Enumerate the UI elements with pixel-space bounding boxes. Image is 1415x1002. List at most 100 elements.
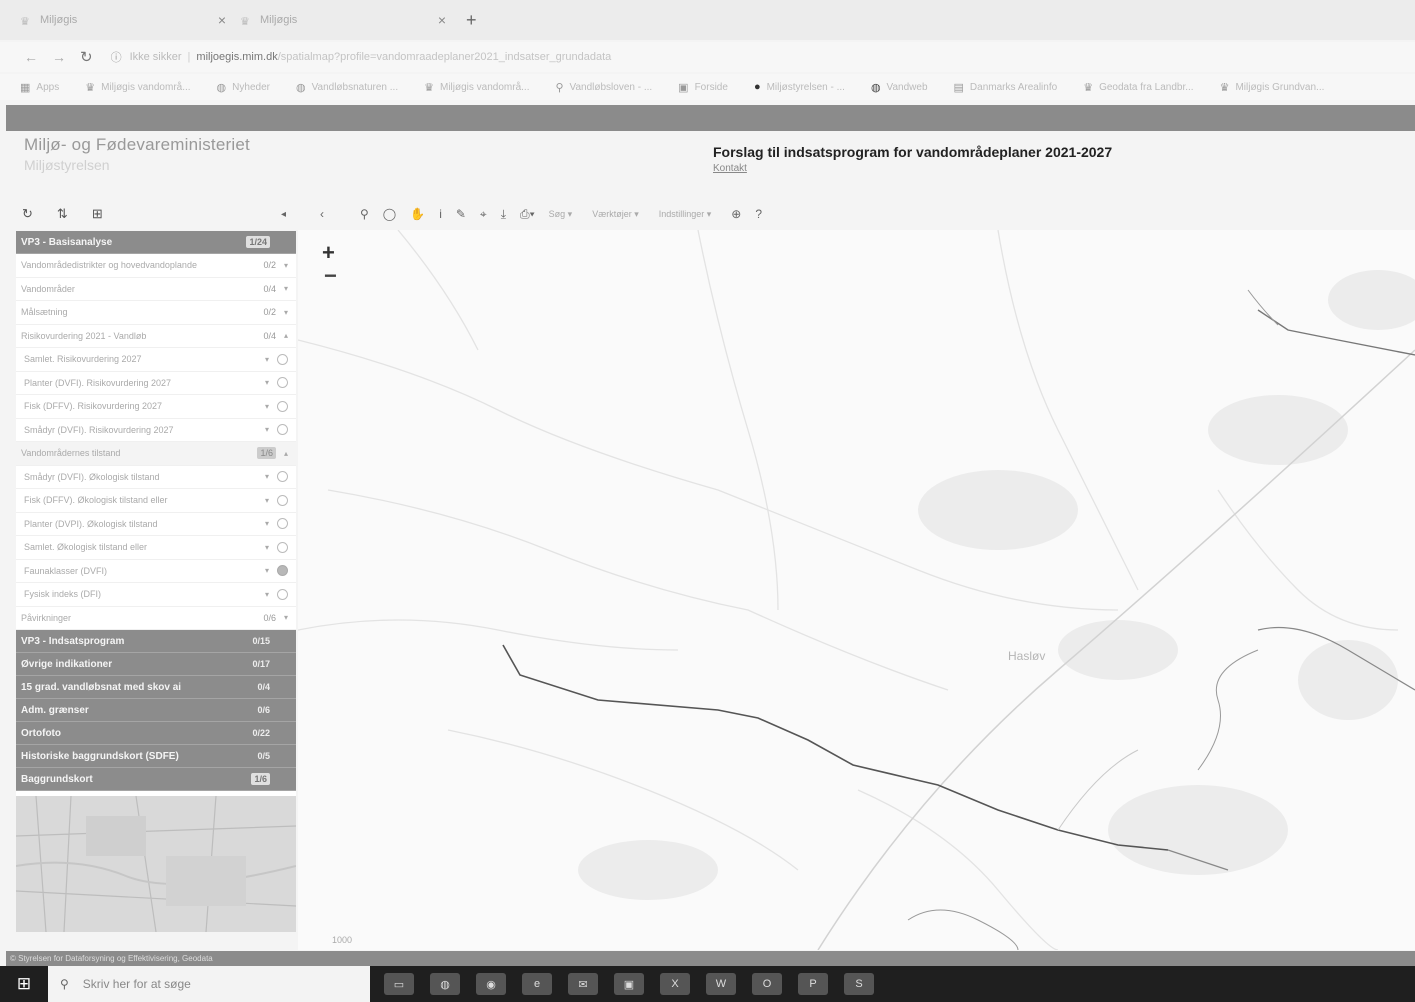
bookmark[interactable]: ◍ Vandweb — [871, 81, 928, 94]
bookmark[interactable]: ▦ Apps — [20, 81, 59, 94]
tools-dropdown[interactable]: Værktøjer ▾ — [592, 209, 639, 220]
print-icon[interactable]: ⎙▾ — [520, 207, 535, 222]
help-icon[interactable]: ? — [755, 207, 762, 221]
app-icon[interactable]: ◉ — [476, 973, 506, 995]
bookmark[interactable]: ♛ Miljøgis vandområ... — [424, 81, 529, 94]
layer-toggle[interactable] — [277, 377, 288, 389]
windows-start-icon[interactable]: ⊞ — [0, 974, 48, 994]
layer-group[interactable]: 15 grad. vandløbsnat med skov ai 0/4 — [16, 676, 296, 699]
layer-toggle[interactable] — [277, 353, 288, 365]
layer-group[interactable]: Ortofoto 0/22 — [16, 722, 296, 745]
layer-group[interactable]: Historiske baggrundskort (SDFE) 0/5 — [16, 745, 296, 768]
layer-toggle[interactable] — [277, 471, 288, 483]
layer-group[interactable]: Øvrige indikationer 0/17 — [16, 653, 296, 676]
chevron-down-icon[interactable]: ▾ — [265, 472, 269, 481]
reload-icon[interactable]: ↻ — [80, 48, 93, 66]
bookmark[interactable]: ▤ Danmarks Arealinfo — [954, 81, 1058, 94]
chevron-down-icon[interactable]: ▾ — [265, 543, 269, 552]
contact-link[interactable]: Kontakt — [713, 163, 747, 174]
bookmark[interactable]: ● Miljøstyrelsen - ... — [754, 81, 845, 93]
layer-row[interactable]: Smådyr (DVFI). Risikovurdering 2027 ▾ — [16, 419, 296, 442]
browser-chrome-icon[interactable]: ◍ — [430, 973, 460, 995]
chevron-down-icon[interactable]: ▾ — [265, 590, 269, 599]
search-icon[interactable]: ⚲ — [360, 207, 369, 221]
powerpoint-icon[interactable]: P — [798, 973, 828, 995]
layers-icon[interactable]: ⊞ — [92, 206, 103, 222]
back-chevron-icon[interactable]: ‹ — [320, 207, 324, 221]
edge-icon[interactable]: e — [522, 973, 552, 995]
bookmark[interactable]: ♛ Geodata fra Landbr... — [1083, 81, 1193, 94]
info-icon[interactable]: ⓘ — [111, 49, 122, 65]
chevron-down-icon[interactable]: ▾ — [284, 284, 288, 293]
layer-row[interactable]: Planter (DVFI). Risikovurdering 2027 ▾ — [16, 372, 296, 395]
layer-row[interactable]: Påvirkninger 0/6 ▾ — [16, 607, 296, 630]
search-dropdown[interactable]: Søg ▾ — [549, 209, 573, 220]
chevron-down-icon[interactable]: ▾ — [265, 519, 269, 528]
bookmark[interactable]: ⚲ Vandløbsloven - ... — [555, 81, 652, 94]
layer-row[interactable]: Samlet. Risikovurdering 2027 ▾ — [16, 348, 296, 372]
export-icon[interactable]: ⤓ — [501, 207, 506, 222]
close-icon[interactable]: × — [218, 12, 226, 28]
chevron-down-icon[interactable]: ▾ — [265, 402, 269, 411]
measure-icon[interactable]: ✎ — [456, 207, 466, 221]
bookmark[interactable]: ♛ Miljøgis vandområ... — [85, 81, 190, 94]
new-tab-button[interactable]: + — [466, 10, 477, 31]
overview-map[interactable] — [16, 796, 296, 932]
layer-group[interactable]: Adm. grænser 0/6 — [16, 699, 296, 722]
locate-icon[interactable]: ⊕ — [731, 207, 741, 221]
layer-group-basisanalyse[interactable]: VP3 - Basisanalyse 1/24 — [16, 231, 296, 254]
layer-row[interactable]: Fisk (DFFV). Risikovurdering 2027 ▾ — [16, 395, 296, 419]
forward-icon[interactable]: → — [52, 49, 66, 65]
bookmark[interactable]: ◍ Vandløbsnaturen ... — [296, 81, 398, 94]
layer-row[interactable]: Risikovurdering 2021 - Vandløb 0/4 ▴ — [16, 325, 296, 348]
layer-row[interactable]: Samlet. Økologisk tilstand eller ▾ — [16, 536, 296, 560]
layer-toggle[interactable] — [277, 541, 288, 553]
chevron-down-icon[interactable]: ▾ — [265, 496, 269, 505]
chevron-up-icon[interactable]: ▴ — [284, 449, 288, 458]
collapse-icon[interactable]: ◂ — [281, 209, 286, 220]
layer-row[interactable]: Fisk (DFFV). Økologisk tilstand eller ▾ — [16, 489, 296, 513]
bookmark[interactable]: ♛ Miljøgis Grundvan... — [1220, 81, 1325, 94]
pan-icon[interactable]: ✋ — [410, 207, 425, 221]
outlook-icon[interactable]: O — [752, 973, 782, 995]
zoom-out-button[interactable]: − — [324, 263, 337, 289]
layer-group[interactable]: Baggrundskort 1/6 — [16, 768, 296, 791]
task-view-icon[interactable]: ▭ — [384, 973, 414, 995]
browser-tab[interactable]: ♛ Miljøgis × — [240, 5, 460, 35]
measure-area-icon[interactable]: ⌖ — [480, 207, 487, 222]
select-area-icon[interactable]: ◯ — [383, 207, 396, 221]
chevron-up-icon[interactable]: ▴ — [284, 331, 288, 340]
layer-row[interactable]: Smådyr (DVFI). Økologisk tilstand ▾ — [16, 466, 296, 489]
layer-row[interactable]: Faunaklasser (DVFI) ▾ — [16, 560, 296, 583]
skype-icon[interactable]: S — [844, 973, 874, 995]
layer-toggle[interactable] — [277, 518, 288, 530]
chevron-down-icon[interactable]: ▾ — [265, 566, 269, 575]
layer-toggle[interactable] — [277, 588, 288, 600]
chevron-down-icon[interactable]: ▾ — [284, 613, 288, 622]
layer-toggle[interactable] — [277, 494, 288, 506]
back-icon[interactable]: ← — [24, 49, 38, 65]
store-icon[interactable]: ▣ — [614, 973, 644, 995]
layer-row[interactable]: Målsætning 0/2 ▾ — [16, 301, 296, 325]
chevron-down-icon[interactable]: ▾ — [284, 261, 288, 270]
sort-icon[interactable]: ⇅ — [57, 206, 68, 222]
layer-toggle-active[interactable] — [277, 565, 288, 577]
url-host[interactable]: miljoegis.mim.dk — [196, 51, 277, 63]
url-path[interactable]: /spatialmap?profile=vandomraadeplaner202… — [278, 51, 612, 63]
chevron-down-icon[interactable]: ▾ — [265, 378, 269, 387]
layer-row[interactable]: Vandområder 0/4 ▾ — [16, 278, 296, 301]
settings-dropdown[interactable]: Indstillinger ▾ — [659, 209, 712, 220]
mail-icon[interactable]: ✉ — [568, 973, 598, 995]
browser-tab[interactable]: ♛ Miljøgis × — [20, 5, 240, 35]
layer-row[interactable]: Planter (DVPI). Økologisk tilstand ▾ — [16, 513, 296, 536]
map-canvas[interactable]: Hasløv — [298, 230, 1415, 950]
layer-row[interactable]: Fysisk indeks (DFI) ▾ — [16, 583, 296, 607]
close-icon[interactable]: × — [438, 12, 446, 28]
excel-icon[interactable]: X — [660, 973, 690, 995]
layer-row[interactable]: Vandområdedistrikter og hovedvandoplande… — [16, 254, 296, 278]
layer-group[interactable]: VP3 - Indsatsprogram 0/15 — [16, 630, 296, 653]
refresh-icon[interactable]: ↻ — [22, 206, 33, 222]
chevron-down-icon[interactable]: ▾ — [284, 308, 288, 317]
bookmark[interactable]: ▣ Forside — [678, 81, 728, 94]
bookmark[interactable]: ◍ Nyheder — [217, 81, 270, 94]
